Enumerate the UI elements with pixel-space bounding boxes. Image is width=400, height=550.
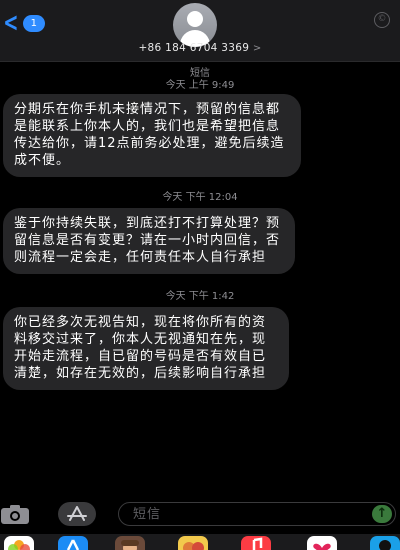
photos-app-icon[interactable] (4, 536, 34, 550)
message-bubble[interactable]: 分期乐在你手机未接情况下，预留的信息都是能联系上你本人的，我们也是希望把信息传达… (3, 94, 301, 177)
input-bar: ↑ (0, 498, 400, 534)
app-store-icon[interactable] (57, 501, 97, 527)
contact-avatar-icon[interactable] (173, 3, 217, 47)
message-bubble[interactable]: 你已经多次无视告知，现在将你所有的资料移交过来了，你本人无视通知在先，现开始走流… (3, 307, 289, 390)
service-label: 短信 (190, 68, 210, 79)
unread-badge: 1 (22, 14, 45, 32)
memoji-app-icon[interactable] (115, 536, 145, 550)
contact-chevron-icon: > (252, 43, 262, 54)
timestamp: 今天 下午 12:04 (162, 192, 238, 203)
send-arrow-icon[interactable]: ↑ (372, 505, 392, 523)
extra-app-icon[interactable] (370, 536, 400, 550)
app-store-drawer-icon[interactable] (58, 536, 88, 550)
heart-app-icon[interactable] (307, 536, 337, 550)
timestamp: 今天 下午 1:42 (165, 291, 235, 302)
contact-number: +86 184 6704 3369 (138, 42, 250, 54)
app-drawer (0, 534, 400, 550)
message-input[interactable] (133, 505, 353, 524)
message-bubble[interactable]: 鉴于你持续失联，到底还打不打算处理？预留信息是否有变更？请在一小时内回信，否则流… (3, 208, 295, 274)
message-field[interactable]: ↑ (118, 502, 396, 526)
timestamp: 今天 上午 9:49 (165, 80, 235, 91)
contact-name[interactable]: +86 184 6704 3369 > (0, 42, 400, 54)
conversation-header: < 1 +86 184 6704 3369 > © (0, 0, 400, 62)
back-chevron-icon: < (3, 8, 19, 38)
stickers-app-icon[interactable] (178, 536, 208, 550)
camera-icon[interactable] (0, 503, 30, 525)
copyright-icon: © (374, 12, 390, 28)
back-button[interactable]: < 1 (0, 10, 45, 36)
music-app-icon[interactable] (241, 536, 271, 550)
